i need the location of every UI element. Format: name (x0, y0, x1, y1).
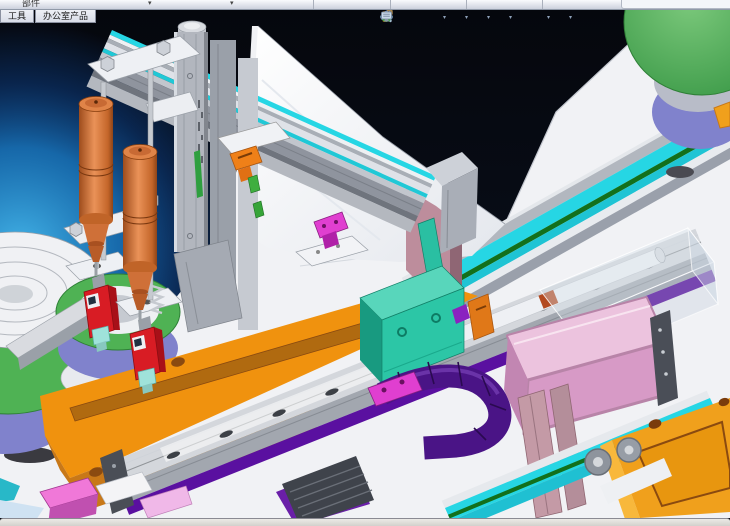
tab-office-products[interactable]: 办公室产品 (35, 10, 96, 23)
bowl-foot (666, 166, 694, 178)
viewport-3d[interactable] (0, 0, 730, 526)
section-view-icon[interactable] (428, 10, 442, 25)
column-cap-inner (184, 23, 200, 30)
view-orientation-icon[interactable] (450, 10, 464, 25)
status-bar (0, 518, 730, 526)
tab-tools[interactable]: 工具 (0, 10, 34, 23)
cylinder-cap-hole (94, 100, 98, 104)
display-style-icon[interactable] (472, 10, 486, 25)
mount-hole1 (382, 388, 387, 393)
hide-show-items-icon[interactable] (494, 10, 508, 25)
command-toolbar-strip: 部件 ▾ ▾ (0, 0, 730, 10)
cylinder-body (79, 104, 113, 220)
hud-caret[interactable]: ▾ (569, 14, 574, 21)
hex-bolt-1 (101, 57, 114, 72)
hud-caret[interactable]: ▾ (487, 14, 492, 21)
roller1-hub (593, 457, 603, 467)
cylinder-rod (95, 262, 98, 276)
clamp-hole2 (334, 220, 338, 224)
hud-caret[interactable]: ▾ (443, 14, 448, 21)
hud-caret[interactable]: ▾ (547, 14, 552, 21)
apply-scene-icon[interactable] (532, 10, 546, 25)
zoom-to-area-icon[interactable] (396, 10, 410, 25)
toolbar-separator (313, 0, 314, 9)
column-c (238, 58, 258, 330)
hud-caret[interactable]: ▾ (509, 14, 514, 21)
bracket-hole1 (316, 250, 320, 254)
solidworks-window: 部件 ▾ ▾ 工具 办公室产品 ▾ ▾ ▾ ▾ ▾ ▾ (0, 0, 730, 526)
command-manager-tabs: 工具 办公室产品 (0, 10, 97, 23)
toolbar-separator (390, 0, 391, 9)
toolbar-separator (466, 0, 467, 9)
hex-bolt-2 (157, 41, 170, 56)
toolbar-dropdown-caret[interactable]: ▾ (230, 0, 234, 8)
hex-bolt-mid (70, 223, 82, 237)
previous-view-icon[interactable] (412, 10, 426, 25)
hud-caret[interactable]: ▾ (465, 14, 470, 21)
column-a-hl (174, 32, 177, 252)
toolbar-dropdown-caret[interactable]: ▾ (148, 0, 152, 8)
toolbar-separator (542, 0, 543, 9)
column-a-sh (204, 32, 208, 252)
edit-appearance-icon[interactable] (516, 10, 530, 25)
column-a (174, 32, 208, 252)
roller2-hub (625, 446, 634, 455)
end-cap-bolt1 (112, 464, 116, 468)
toolbar-group-label: 部件 (22, 0, 40, 9)
clamp-hole1 (322, 224, 326, 228)
heads-up-view-toolbar: ▾ ▾ ▾ ▾ ▾ ▾ (380, 10, 574, 25)
view-settings-icon[interactable] (554, 10, 568, 25)
toolbar-right-panel (621, 0, 730, 9)
bracket-screw2 (661, 350, 665, 354)
bracket-screw1 (658, 328, 662, 332)
mount-hole2 (400, 380, 405, 385)
bracket-screw3 (664, 372, 668, 376)
